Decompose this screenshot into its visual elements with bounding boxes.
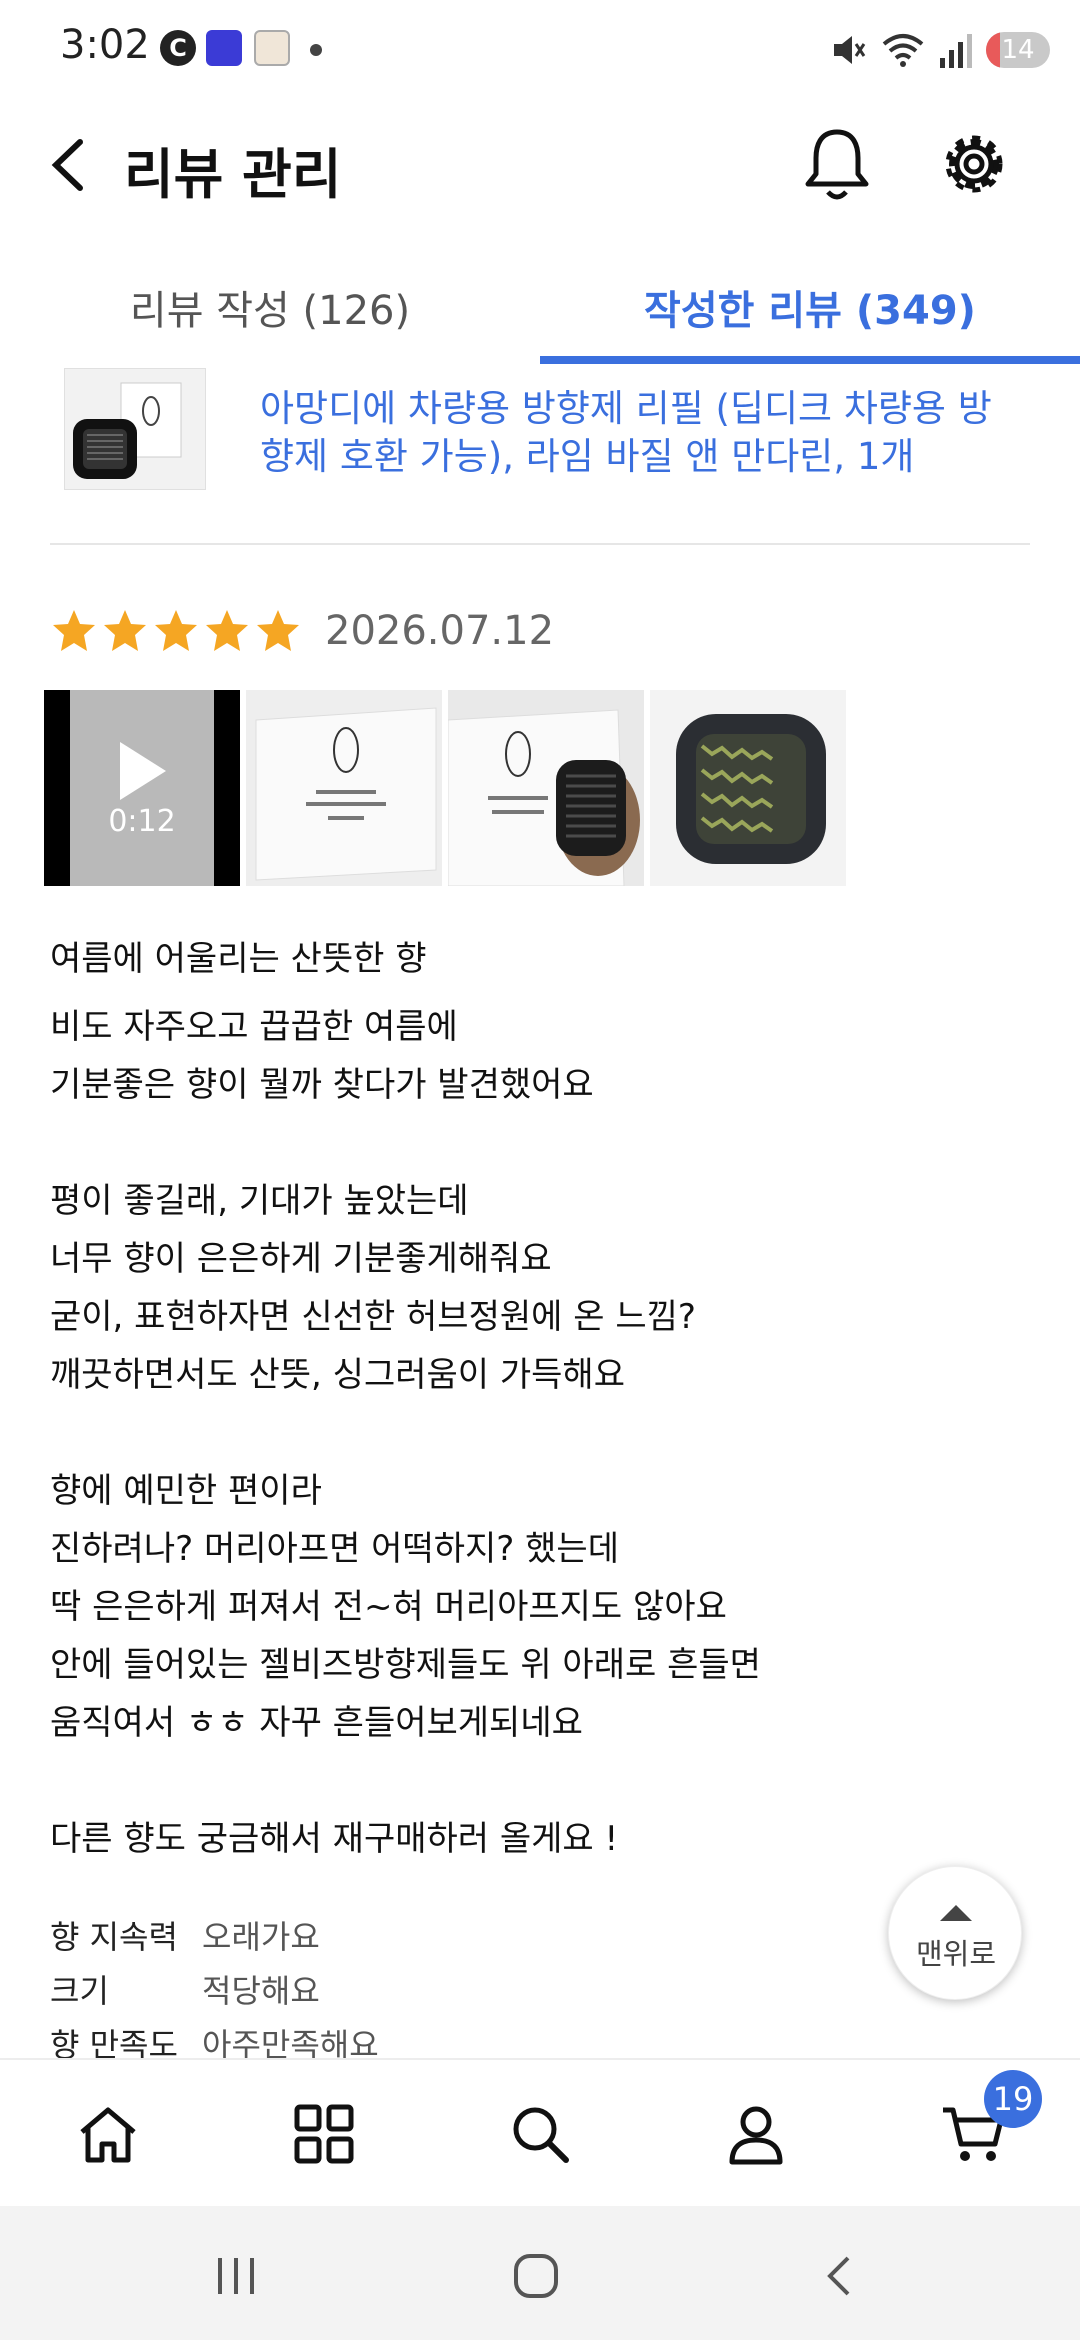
cart-count-badge: 19 <box>984 2070 1042 2128</box>
scroll-to-top-label: 맨위로 <box>915 1937 997 1971</box>
review-photo[interactable] <box>650 690 846 886</box>
product-name[interactable]: 아망디에 차량용 방향제 리필 (딥디크 차량용 방향제 호환 가능), 라임 … <box>260 385 1020 481</box>
review-title: 여름에 어울리는 산뜻한 향 <box>50 939 427 979</box>
attribute-row: 크기 적당해요 <box>50 1962 750 2016</box>
mute-icon <box>834 36 866 64</box>
star-icon <box>104 610 146 651</box>
review-media: 0:12 <box>44 690 846 886</box>
caret-up-icon <box>940 1905 972 1921</box>
home-icon <box>80 2107 136 2163</box>
bell-icon[interactable] <box>800 124 874 204</box>
review-attributes: 향 지속력 오래가요 크기 적당해요 향 만족도 아주만족해요 <box>50 1908 750 2070</box>
notification-c-icon: C <box>160 30 196 66</box>
video-duration: 0:12 <box>108 804 176 839</box>
active-tab-indicator <box>540 356 1080 364</box>
nav-my-page[interactable] <box>706 2084 806 2184</box>
status-time: 3:02 <box>60 22 150 68</box>
home-button[interactable] <box>496 2236 576 2316</box>
home-circle-icon <box>514 2254 558 2298</box>
attribute-value: 오래가요 <box>202 1918 320 1956</box>
review-date: 2026.07.12 <box>325 608 555 654</box>
recent-apps-icon <box>218 2258 254 2294</box>
signal-icon <box>940 34 972 68</box>
product-link[interactable]: 아망디에 차량용 방향제 리필 (딥디크 차량용 방향제 호환 가능), 라임 … <box>50 365 1030 545</box>
app-header: 리뷰 관리 <box>0 110 1080 220</box>
search-icon <box>513 2107 569 2163</box>
more-notifications-dot <box>310 44 322 56</box>
recent-apps-button[interactable] <box>196 2236 276 2316</box>
review-video[interactable]: 0:12 <box>44 690 240 886</box>
tab-write-review[interactable]: 리뷰 작성 (126) <box>0 250 540 364</box>
page-title: 리뷰 관리 <box>124 143 342 206</box>
profile-icon <box>729 2106 783 2165</box>
system-back-button[interactable] <box>800 2236 880 2316</box>
nav-search[interactable] <box>490 2084 590 2184</box>
star-icon <box>53 610 95 651</box>
wifi-icon <box>882 34 924 67</box>
review-photo[interactable] <box>448 690 644 886</box>
back-icon[interactable] <box>40 132 100 198</box>
tab-written-reviews[interactable]: 작성한 리뷰 (349) <box>540 250 1080 364</box>
star-icon <box>206 610 248 651</box>
attribute-row: 향 지속력 오래가요 <box>50 1908 750 1962</box>
gear-icon[interactable] <box>934 124 1014 204</box>
battery-indicator: 14 <box>986 32 1050 68</box>
scroll-to-top-button[interactable]: 맨위로 <box>888 1866 1022 2000</box>
attribute-label: 크기 <box>50 1972 109 2010</box>
app-notification-icon <box>206 30 242 66</box>
review-body: 비도 자주오고 끕끕한 여름에 기분좋은 향이 뭘까 찾다가 발견했어요 평이 … <box>50 1007 761 1859</box>
status-bar: 3:02 C 14 <box>0 0 1080 100</box>
chevron-left-icon <box>827 2256 850 2296</box>
review-rating: 2026.07.12 <box>50 596 554 666</box>
nav-home[interactable] <box>58 2084 158 2184</box>
nav-category[interactable] <box>274 2084 374 2184</box>
system-nav-bar <box>0 2206 1080 2340</box>
review-photo[interactable] <box>246 690 442 886</box>
star-icon <box>155 610 197 651</box>
star-icon <box>257 610 299 651</box>
attribute-label: 향 지속력 <box>50 1918 178 1956</box>
category-grid-icon <box>294 2104 354 2164</box>
review-content: 여름에 어울리는 산뜻한 향 비도 자주오고 끕끕한 여름에 기분좋은 향이 뭘… <box>50 930 1030 1868</box>
bottom-nav <box>0 2058 1080 2206</box>
play-icon[interactable] <box>114 738 170 804</box>
product-thumbnail[interactable] <box>64 368 206 490</box>
attribute-value: 적당해요 <box>202 1972 320 2010</box>
review-tabs: 리뷰 작성 (126) 작성한 리뷰 (349) <box>0 250 1080 364</box>
bottle-notification-icon <box>254 30 290 66</box>
